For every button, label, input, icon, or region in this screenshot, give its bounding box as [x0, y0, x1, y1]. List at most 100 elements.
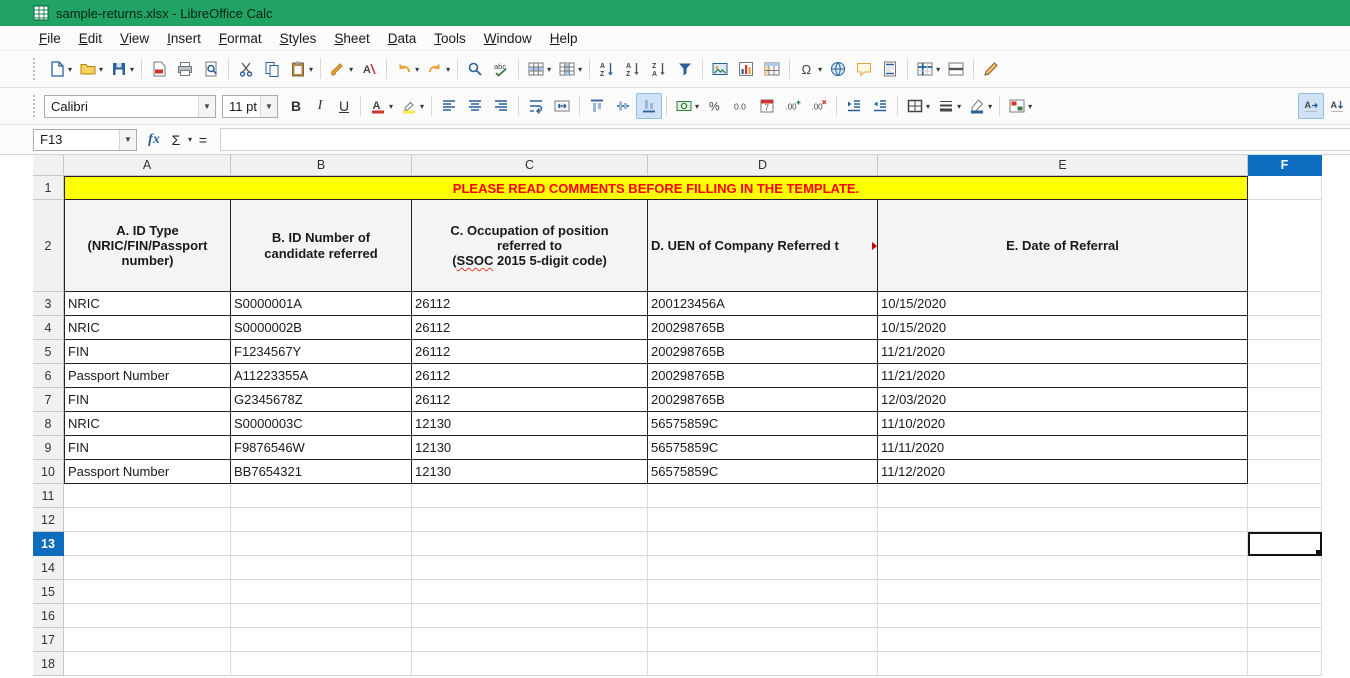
- print-preview-button[interactable]: [198, 56, 224, 82]
- cell-C6[interactable]: 26112: [412, 364, 648, 388]
- dropdown-arrow-icon[interactable]: ▾: [99, 65, 103, 74]
- menu-view[interactable]: View: [111, 28, 158, 49]
- export-pdf-button[interactable]: [146, 56, 172, 82]
- cell-E18[interactable]: [878, 652, 1248, 676]
- row-header-11[interactable]: 11: [33, 484, 64, 508]
- select-sum-button[interactable]: Σ: [165, 129, 187, 151]
- corner-header[interactable]: [33, 155, 64, 176]
- name-box[interactable]: F13 ▼: [33, 128, 137, 151]
- cell-F4[interactable]: [1248, 316, 1322, 340]
- cell-E10[interactable]: 11/12/2020: [878, 460, 1248, 484]
- paste-button[interactable]: ▾: [285, 56, 316, 82]
- chevron-down-icon[interactable]: ▼: [260, 95, 277, 117]
- cell-B6[interactable]: A11223355A: [231, 364, 412, 388]
- borders-button[interactable]: ▾: [902, 93, 933, 119]
- row-header-12[interactable]: 12: [33, 508, 64, 532]
- dropdown-arrow-icon[interactable]: ▾: [349, 65, 353, 74]
- cell-F3[interactable]: [1248, 292, 1322, 316]
- merge-cells-button[interactable]: [549, 93, 575, 119]
- cell-D6[interactable]: 200298765B: [648, 364, 878, 388]
- header-cell-b[interactable]: B. ID Number of candidate referred: [231, 200, 412, 292]
- row-header-16[interactable]: 16: [33, 604, 64, 628]
- cell-B15[interactable]: [231, 580, 412, 604]
- row-header-5[interactable]: 5: [33, 340, 64, 364]
- selected-cell-F13[interactable]: [1248, 532, 1322, 556]
- menu-file[interactable]: File: [30, 28, 70, 49]
- bold-button[interactable]: B: [284, 93, 308, 119]
- cell-D14[interactable]: [648, 556, 878, 580]
- border-style-button[interactable]: ▾: [933, 93, 964, 119]
- cell-C18[interactable]: [412, 652, 648, 676]
- insert-row-button[interactable]: ▾: [523, 56, 554, 82]
- headers-and-footers-button[interactable]: [877, 56, 903, 82]
- dropdown-arrow-icon[interactable]: ▾: [926, 102, 930, 111]
- menu-tools[interactable]: Tools: [425, 28, 475, 49]
- cell-C7[interactable]: 26112: [412, 388, 648, 412]
- dropdown-arrow-icon[interactable]: ▾: [130, 65, 134, 74]
- underline-button[interactable]: U: [332, 93, 356, 119]
- cell-C4[interactable]: 26112: [412, 316, 648, 340]
- function-wizard-button[interactable]: fx: [143, 129, 165, 151]
- dropdown-arrow-icon[interactable]: ▾: [446, 65, 450, 74]
- align-top-button[interactable]: [584, 93, 610, 119]
- cell-A3[interactable]: NRIC: [64, 292, 231, 316]
- cell-E3[interactable]: 10/15/2020: [878, 292, 1248, 316]
- undo-button[interactable]: ▾: [391, 56, 422, 82]
- dropdown-arrow-icon[interactable]: ▾: [936, 65, 940, 74]
- cell-B5[interactable]: F1234567Y: [231, 340, 412, 364]
- sort-button[interactable]: AZ: [594, 56, 620, 82]
- insert-special-character-button[interactable]: Ω ▾: [794, 56, 825, 82]
- dropdown-arrow-icon[interactable]: ▾: [547, 65, 551, 74]
- toolbar-grip[interactable]: [33, 95, 37, 117]
- align-bottom-button[interactable]: [636, 93, 663, 119]
- sort-ascending-button[interactable]: AZ: [620, 56, 646, 82]
- highlighting-color-button[interactable]: ▾: [396, 93, 427, 119]
- cell-E7[interactable]: 12/03/2020: [878, 388, 1248, 412]
- border-color-button[interactable]: ▾: [964, 93, 995, 119]
- row-header-13[interactable]: 13: [33, 532, 64, 556]
- cell-D13[interactable]: [648, 532, 878, 556]
- dropdown-arrow-icon[interactable]: ▾: [818, 65, 822, 74]
- format-as-number-button[interactable]: 0.0: [728, 93, 754, 119]
- cell-A10[interactable]: Passport Number: [64, 460, 231, 484]
- cell-F12[interactable]: [1248, 508, 1322, 532]
- cell-A17[interactable]: [64, 628, 231, 652]
- formula-input[interactable]: [220, 128, 1350, 151]
- cell-F8[interactable]: [1248, 412, 1322, 436]
- cell-F6[interactable]: [1248, 364, 1322, 388]
- insert-image-button[interactable]: [707, 56, 733, 82]
- cell-A8[interactable]: NRIC: [64, 412, 231, 436]
- cell-E8[interactable]: 11/10/2020: [878, 412, 1248, 436]
- cell-D10[interactable]: 56575859C: [648, 460, 878, 484]
- split-window-button[interactable]: [943, 56, 969, 82]
- decrease-indent-button[interactable]: [867, 93, 893, 119]
- row-header-4[interactable]: 4: [33, 316, 64, 340]
- menu-styles[interactable]: Styles: [271, 28, 326, 49]
- menu-sheet[interactable]: Sheet: [325, 28, 378, 49]
- dropdown-arrow-icon[interactable]: ▾: [988, 102, 992, 111]
- dropdown-arrow-icon[interactable]: ▾: [957, 102, 961, 111]
- cell-B7[interactable]: G2345678Z: [231, 388, 412, 412]
- print-button[interactable]: [172, 56, 198, 82]
- cell-A4[interactable]: NRIC: [64, 316, 231, 340]
- italic-button[interactable]: I: [308, 93, 332, 119]
- toolbar-grip[interactable]: [33, 58, 37, 80]
- cell-C16[interactable]: [412, 604, 648, 628]
- cell-B9[interactable]: F9876546W: [231, 436, 412, 460]
- cell-E13[interactable]: [878, 532, 1248, 556]
- cell-F17[interactable]: [1248, 628, 1322, 652]
- cell-D8[interactable]: 56575859C: [648, 412, 878, 436]
- insert-comment-button[interactable]: [851, 56, 877, 82]
- dropdown-arrow-icon[interactable]: ▾: [309, 65, 313, 74]
- insert-hyperlink-button[interactable]: [825, 56, 851, 82]
- row-header-17[interactable]: 17: [33, 628, 64, 652]
- cell-F2[interactable]: [1248, 200, 1322, 292]
- cell-E9[interactable]: 11/11/2020: [878, 436, 1248, 460]
- cell-B16[interactable]: [231, 604, 412, 628]
- menu-edit[interactable]: Edit: [70, 28, 111, 49]
- formula-button[interactable]: =: [192, 129, 214, 151]
- dropdown-arrow-icon[interactable]: ▾: [578, 65, 582, 74]
- cell-D16[interactable]: [648, 604, 878, 628]
- cell-F7[interactable]: [1248, 388, 1322, 412]
- row-header-8[interactable]: 8: [33, 412, 64, 436]
